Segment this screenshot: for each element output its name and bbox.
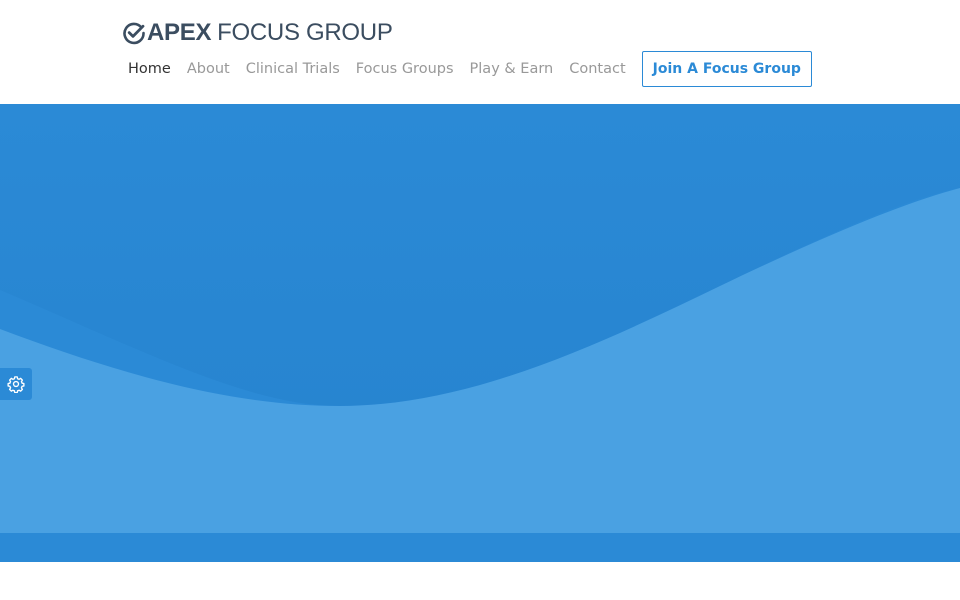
- hero-wave-graphic: [0, 104, 960, 562]
- nav-item-about[interactable]: About: [187, 61, 230, 77]
- logo-text-light: FOCUS GROUP: [217, 19, 393, 46]
- gear-icon: [7, 376, 25, 393]
- hero-banner: [0, 104, 960, 562]
- nav-item-clinical-trials[interactable]: Clinical Trials: [246, 61, 340, 77]
- check-circle-icon: [123, 22, 145, 45]
- page: APEX FOCUS GROUP Home About Clinical Tri…: [0, 0, 960, 600]
- main-nav: Home About Clinical Trials Focus Groups …: [128, 50, 812, 88]
- hero-bottom-strip: [0, 533, 960, 562]
- site-header: APEX FOCUS GROUP Home About Clinical Tri…: [0, 0, 960, 104]
- nav-item-home[interactable]: Home: [128, 61, 171, 77]
- logo-text-strong: APEX: [147, 19, 212, 46]
- nav-item-play-and-earn[interactable]: Play & Earn: [470, 61, 554, 77]
- site-logo[interactable]: APEX FOCUS GROUP: [122, 19, 393, 47]
- nav-item-focus-groups[interactable]: Focus Groups: [356, 61, 454, 77]
- settings-toggle-button[interactable]: [0, 368, 32, 400]
- nav-item-contact[interactable]: Contact: [569, 61, 625, 77]
- join-focus-group-button[interactable]: Join A Focus Group: [641, 51, 812, 87]
